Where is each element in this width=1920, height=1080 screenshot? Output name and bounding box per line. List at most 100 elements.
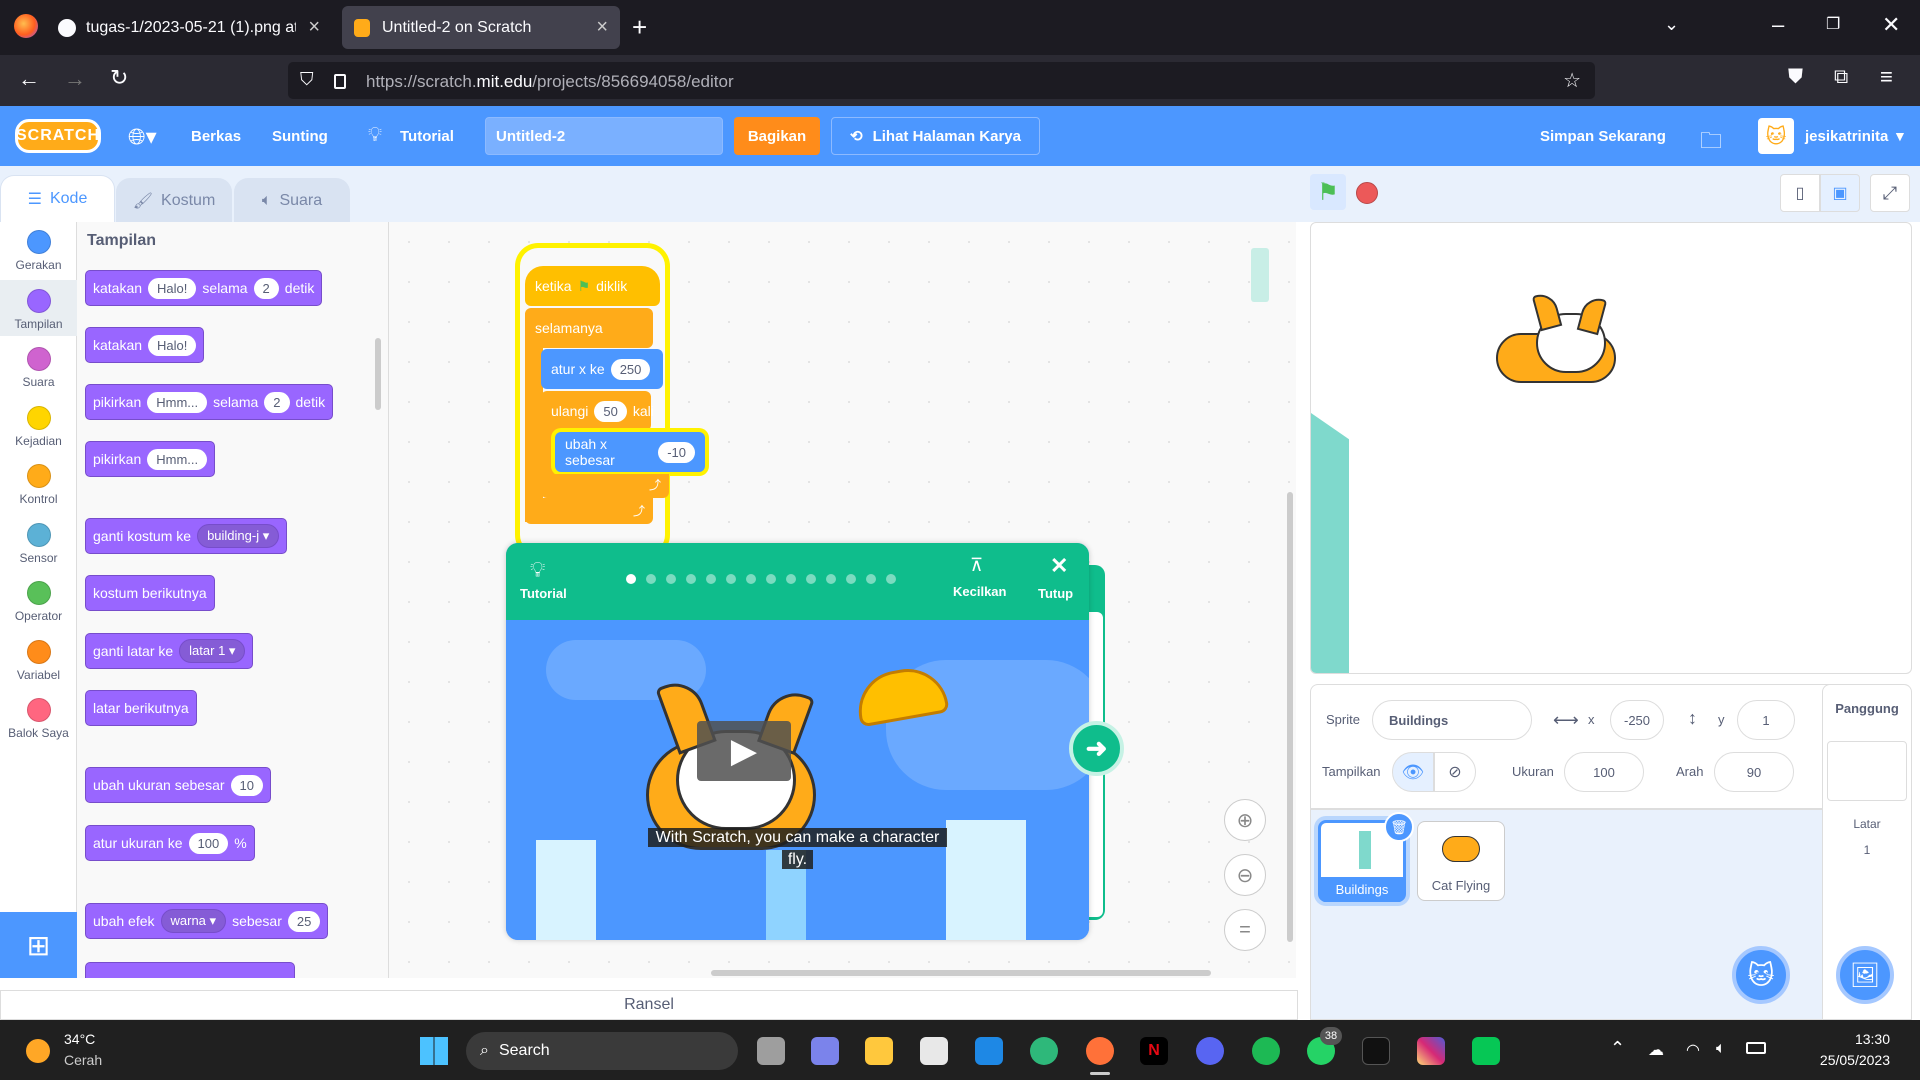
category-balok-saya[interactable]: Balok Saya (0, 698, 77, 740)
spotify-icon[interactable] (1252, 1037, 1280, 1065)
block-say-for-secs[interactable]: katakan Halo! selama 2 detik (85, 270, 323, 306)
tab-code[interactable]: ☰ Kode (0, 175, 115, 222)
tutorial-lightbulb-icon[interactable]: 💡︎ (368, 124, 382, 147)
repeat-end[interactable]: ⤴ (541, 474, 669, 498)
forever-end[interactable]: ⤴ (525, 498, 653, 524)
zoom-reset-button[interactable]: = (1224, 909, 1266, 951)
close-window-icon[interactable]: ✕ (1882, 12, 1900, 38)
show-visible-button[interactable]: 👁︎ (1392, 752, 1434, 792)
step-dot[interactable] (886, 574, 896, 584)
block-switch-backdrop[interactable]: ganti latar ke latar 1 ▾ (85, 633, 254, 669)
firefox-taskbar-icon[interactable] (1086, 1037, 1114, 1065)
step-dot[interactable] (706, 574, 716, 584)
close-tab-icon[interactable]: × (596, 16, 608, 39)
cat-flying-sprite[interactable] (1486, 290, 1626, 388)
change-x-block[interactable]: ubah x sebesar -10 (555, 432, 705, 472)
file-explorer-icon[interactable] (865, 1037, 893, 1065)
block-switch-costume[interactable]: ganti kostum ke building-j ▾ (85, 518, 288, 554)
step-dot[interactable] (646, 574, 656, 584)
direction-input[interactable]: 90 (1714, 752, 1794, 792)
back-icon[interactable]: ← (18, 66, 40, 92)
tab-sound[interactable]: 🔈︎ Suara (234, 178, 350, 222)
tab-costume[interactable]: 🖌︎ Kostum (116, 178, 232, 222)
lock-icon[interactable] (334, 74, 346, 89)
new-tab-icon[interactable]: + (632, 12, 647, 43)
menu-tutorial[interactable]: Tutorial (400, 128, 454, 145)
bookmark-star-icon[interactable]: ☆ (1563, 68, 1581, 93)
step-dot[interactable] (666, 574, 676, 584)
repeat-block[interactable]: ulangi 50 kali (541, 391, 654, 431)
project-title-input[interactable]: Untitled-2 (485, 117, 723, 155)
battery-icon[interactable] (1746, 1042, 1766, 1054)
when-flag-clicked-block[interactable]: ketika ⚑ diklik (525, 266, 660, 306)
see-project-page-button[interactable]: ⟲ Lihat Halaman Karya (831, 117, 1040, 155)
large-stage-button[interactable]: ▣ (1820, 174, 1860, 212)
save-now-link[interactable]: Simpan Sekarang (1540, 128, 1666, 145)
menu-file[interactable]: Berkas (191, 128, 241, 145)
chevron-down-icon[interactable]: ▼ (1893, 128, 1907, 144)
teams-icon[interactable] (811, 1037, 839, 1065)
backpack-bar[interactable]: Ransel (0, 990, 1298, 1020)
size-input[interactable]: 100 (1564, 752, 1644, 792)
wifi-icon[interactable]: ◠ (1686, 1040, 1700, 1060)
l-app-icon[interactable] (975, 1037, 1003, 1065)
username[interactable]: jesikatrinita (1805, 128, 1888, 145)
block-change-size[interactable]: ubah ukuran sebesar 10 (85, 767, 272, 803)
next-step-button[interactable]: ➜ (1069, 721, 1124, 776)
pocket-icon[interactable]: ⛊ (1788, 66, 1803, 89)
zoom-out-button[interactable]: ⊖ (1224, 854, 1266, 896)
menu-edit[interactable]: Sunting (272, 128, 328, 145)
step-dot[interactable] (766, 574, 776, 584)
forward-icon[interactable]: → (64, 66, 86, 92)
green-flag-button[interactable]: ⚑ (1310, 174, 1346, 210)
task-view-icon[interactable] (757, 1037, 785, 1065)
browser-tab-github[interactable]: tugas-1/2023-05-21 (1).png at m × (46, 6, 332, 49)
discord-icon[interactable] (1196, 1037, 1224, 1065)
scratch-logo[interactable]: SCRATCH (15, 119, 101, 153)
y-input[interactable]: 1 (1737, 700, 1795, 740)
category-tampilan[interactable]: Tampilan (0, 288, 77, 331)
weather-temp[interactable]: 34°C (64, 1031, 95, 1047)
firefox-icon[interactable] (14, 14, 38, 38)
step-dot[interactable] (826, 574, 836, 584)
sprite-tile-cat-flying[interactable]: Cat Flying (1417, 821, 1505, 901)
tutorial-label[interactable]: Tutorial (520, 586, 567, 601)
category-sensor[interactable]: Sensor (0, 522, 77, 565)
step-dot[interactable] (846, 574, 856, 584)
script-scrollbar-v[interactable] (1287, 492, 1293, 942)
hide-button[interactable]: ⊘ (1434, 752, 1476, 792)
close-icon[interactable]: ✕ (1050, 553, 1068, 579)
stop-button[interactable] (1356, 182, 1378, 204)
language-globe-icon[interactable]: 🌐︎▾ (128, 124, 157, 150)
volume-icon[interactable]: 🔈︎ (1716, 1040, 1726, 1058)
taskbar-search-box[interactable]: ⌕ Search (466, 1032, 738, 1070)
category-gerakan[interactable]: Gerakan (0, 230, 77, 272)
delete-sprite-button[interactable]: 🗑︎ (1384, 812, 1414, 842)
user-avatar[interactable]: 🐱︎ (1758, 118, 1794, 154)
script-scrollbar-h[interactable] (711, 970, 1211, 976)
clock-date[interactable]: 25/05/2023 (1800, 1052, 1890, 1068)
reload-icon[interactable]: ↻ (110, 65, 128, 91)
category-kontrol[interactable]: Kontrol (0, 464, 77, 506)
menu-icon[interactable]: ≡ (1880, 64, 1893, 90)
my-stuff-folder-icon[interactable]: 🗀︎ (1700, 124, 1722, 162)
step-dot[interactable] (726, 574, 736, 584)
category-kejadian[interactable]: Kejadian (0, 405, 77, 448)
instagram-icon[interactable] (1417, 1037, 1445, 1065)
list-tabs-icon[interactable]: ⌄ (1664, 14, 1679, 35)
close-button[interactable]: Tutup (1038, 586, 1073, 601)
browser-tab-scratch[interactable]: Untitled-2 on Scratch × (342, 6, 620, 49)
category-operator[interactable]: Operator (0, 581, 77, 623)
sprite-name-input[interactable]: Buildings (1372, 700, 1532, 740)
palette-scrollbar[interactable] (375, 338, 381, 410)
zoom-in-button[interactable]: ⊕ (1224, 799, 1266, 841)
close-tab-icon[interactable]: × (308, 16, 320, 39)
forever-block[interactable]: selamanya (525, 308, 653, 348)
tutorial-lightbulb-icon[interactable]: 💡︎ (530, 557, 545, 583)
step-dot[interactable] (746, 574, 756, 584)
tray-chevron-up-icon[interactable]: ⌃ (1610, 1038, 1625, 1059)
microsoft-store-icon[interactable] (920, 1037, 948, 1065)
block-next-backdrop[interactable]: latar berikutnya (85, 690, 197, 726)
stage[interactable] (1310, 222, 1912, 674)
set-x-block[interactable]: atur x ke 250 (541, 349, 663, 389)
